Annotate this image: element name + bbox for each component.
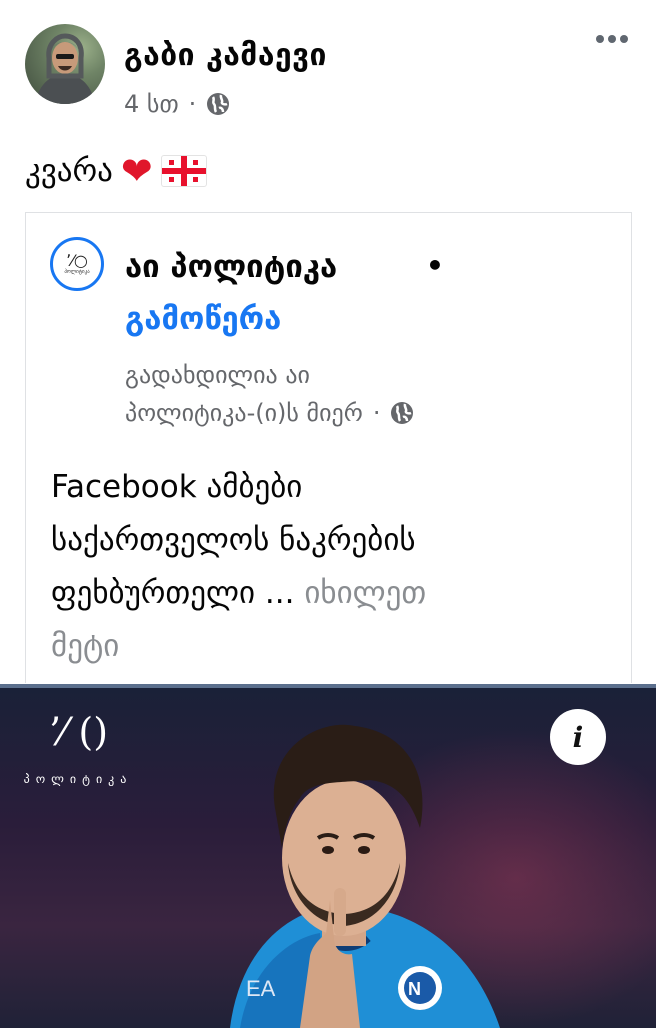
svg-text:N: N bbox=[408, 979, 421, 999]
ellipsis-icon bbox=[596, 35, 604, 43]
ellipsis-icon bbox=[608, 35, 616, 43]
meta-separator: · bbox=[188, 90, 197, 118]
post-meta: 4 სთ · bbox=[124, 90, 230, 118]
shared-post-card[interactable]: ʼ⁄○ პოლიტიკა აი პოლიტიკა • გამოწერა გადა… bbox=[25, 212, 632, 683]
ellipsis-icon bbox=[620, 35, 628, 43]
post-media-image[interactable]: N EA ʼ⁄ () პოლიტიკა i bbox=[0, 684, 656, 1028]
meta-separator: · bbox=[372, 399, 381, 427]
post-caption: კვარა ❤ bbox=[25, 152, 207, 190]
post-text-line: ფეხბურთელი ... იხილეთ bbox=[51, 567, 611, 620]
name-bullet: • bbox=[426, 249, 444, 282]
page-logo-mark: ʼ⁄○ bbox=[66, 251, 88, 270]
info-button[interactable]: i bbox=[550, 709, 606, 765]
see-more-link[interactable]: იხილეთ bbox=[304, 575, 426, 611]
follow-button[interactable]: გამოწერა bbox=[125, 301, 281, 337]
page-avatar[interactable]: ʼ⁄○ პოლიტიკა bbox=[50, 237, 104, 291]
avatar-photo-icon bbox=[35, 33, 95, 104]
author-name[interactable]: გაბი კამაევი bbox=[124, 38, 327, 73]
paid-by-label: გადახდილია აი bbox=[125, 361, 310, 389]
author-avatar[interactable] bbox=[25, 24, 105, 104]
paid-by-page: პოლიტიკა-(ი)ს მიერ bbox=[125, 399, 363, 427]
post-text-line: Facebook ამბები bbox=[51, 469, 303, 505]
shared-post-text: Facebook ამბები საქართველოს ნაკრების ფეხ… bbox=[51, 461, 611, 673]
caption-text: კვარა bbox=[25, 153, 113, 189]
georgia-flag-icon bbox=[160, 155, 207, 187]
info-icon: i bbox=[572, 720, 584, 754]
page-name[interactable]: აი პოლიტიკა bbox=[125, 249, 337, 285]
media-logo-mark: ʼ⁄ () bbox=[47, 710, 109, 754]
media-logo: ʼ⁄ () პოლიტიკა bbox=[18, 708, 138, 786]
post-text-line: საქართველოს ნაკრების bbox=[51, 522, 416, 558]
post-text-fragment: ფეხბურთელი ... bbox=[51, 575, 295, 611]
page-logo-text: პოლიტიკა bbox=[64, 269, 90, 275]
globe-icon bbox=[391, 402, 414, 424]
more-options-button[interactable] bbox=[596, 28, 636, 50]
globe-icon bbox=[207, 93, 230, 115]
post-time[interactable]: 4 სთ bbox=[124, 90, 179, 118]
see-more-link-cont[interactable]: მეტი bbox=[51, 620, 611, 673]
svg-text:EA: EA bbox=[246, 976, 276, 1001]
post-header: გაბი კამაევი 4 სთ · bbox=[0, 0, 656, 130]
media-logo-text: პოლიტიკა bbox=[23, 772, 133, 786]
paid-by-label-cont: პოლიტიკა-(ი)ს მიერ · bbox=[125, 399, 414, 427]
red-heart-icon: ❤ bbox=[120, 149, 153, 193]
